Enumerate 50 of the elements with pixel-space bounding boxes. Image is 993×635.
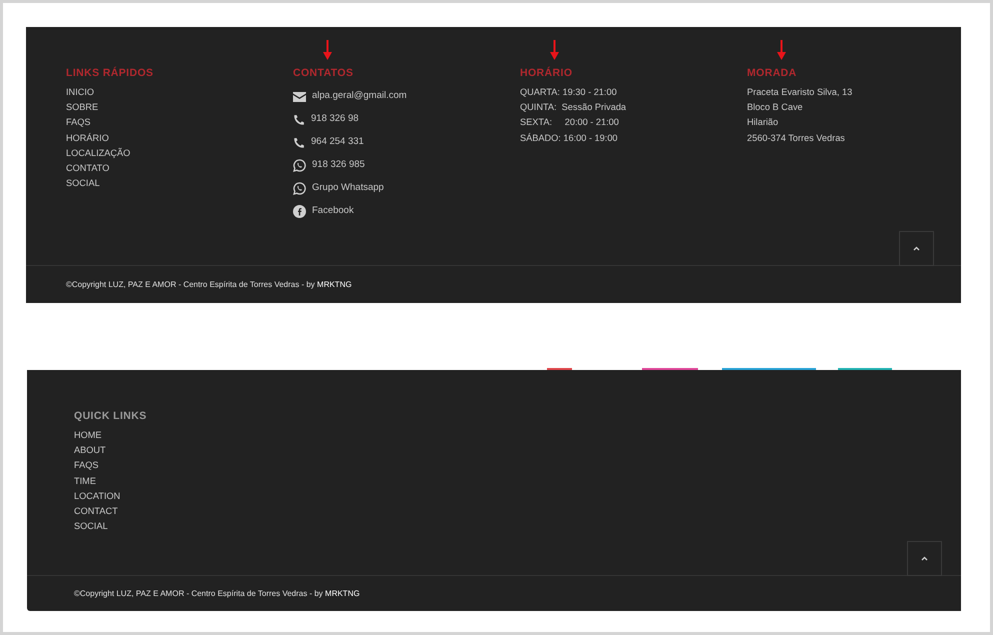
footer-link[interactable]: LOCALIZAÇÃO (66, 146, 130, 162)
column-heading: QUICK LINKS (74, 410, 147, 422)
whatsapp-icon (293, 159, 306, 172)
envelope-icon (293, 92, 306, 102)
phone-icon (293, 114, 305, 126)
whatsapp-link[interactable]: Grupo Whatsapp (312, 181, 384, 196)
column-heading: HORÁRIO (520, 67, 572, 79)
facebook-icon (293, 205, 306, 218)
phone-number[interactable]: 964 254 331 (311, 135, 364, 150)
footer-link[interactable]: HOME (74, 428, 102, 444)
column-heading: LINKS RÁPIDOS (66, 67, 154, 79)
accent-strip (547, 368, 572, 370)
whatsapp-link[interactable]: 918 326 985 (312, 158, 365, 173)
whatsapp-icon (293, 182, 306, 195)
info-line: Praceta Evaristo Silva, 13 (747, 86, 852, 99)
footer-link[interactable]: INICIO (66, 85, 94, 100)
scroll-top-button[interactable] (907, 541, 942, 576)
info-line: 2560-374 Torres Vedras (747, 132, 845, 145)
footer-link[interactable]: TIME (74, 474, 96, 489)
footer-link[interactable]: FAQS (74, 458, 99, 474)
column-heading: MORADA (747, 67, 797, 79)
footer-link[interactable]: FAQS (66, 115, 91, 131)
accent-strip (642, 368, 698, 370)
caret-up-icon (921, 556, 928, 561)
info-line: Bloco B Cave (747, 101, 803, 114)
copyright-text: ©Copyright LUZ, PAZ E AMOR - Centro Espírita de Torres Vedras - by MRKTNG (74, 588, 360, 600)
footer-link[interactable]: HORÁRIO (66, 130, 109, 146)
column-heading: CONTATOS (293, 67, 354, 79)
footer-link[interactable]: LOCATION (74, 488, 120, 504)
info-line: SÁBADO: 16:00 - 19:00 (520, 132, 618, 145)
phone-icon (293, 136, 305, 148)
info-line: SEXTA: 20:00 - 21:00 (520, 116, 619, 130)
footer-link[interactable]: CONTACT (74, 504, 118, 520)
footer-link[interactable]: SOBRE (66, 100, 98, 116)
info-line: Hilarião (747, 116, 778, 130)
scroll-top-button[interactable] (899, 231, 934, 266)
footer-link[interactable]: SOCIAL (66, 176, 100, 192)
caret-up-icon (913, 246, 920, 251)
credit-link[interactable]: MRKTNG (325, 588, 360, 598)
phone-number[interactable]: 918 326 98 (311, 112, 359, 127)
info-line: QUARTA: 19:30 - 21:00 (520, 86, 617, 99)
footer-link[interactable]: ABOUT (74, 443, 106, 458)
info-line: QUINTA: Sessão Privada (520, 101, 626, 114)
credit-link[interactable]: MRKTNG (317, 280, 352, 288)
accent-strip (838, 368, 892, 370)
facebook-link[interactable]: Facebook (312, 204, 354, 219)
email-link[interactable]: alpa.geral@gmail.com (312, 89, 407, 104)
copyright-text: ©Copyright LUZ, PAZ E AMOR - Centro Espírita de Torres Vedras - by MRKTNG (66, 278, 352, 290)
footer-link[interactable]: SOCIAL (74, 519, 108, 534)
footer-link[interactable]: CONTATO (66, 161, 110, 176)
